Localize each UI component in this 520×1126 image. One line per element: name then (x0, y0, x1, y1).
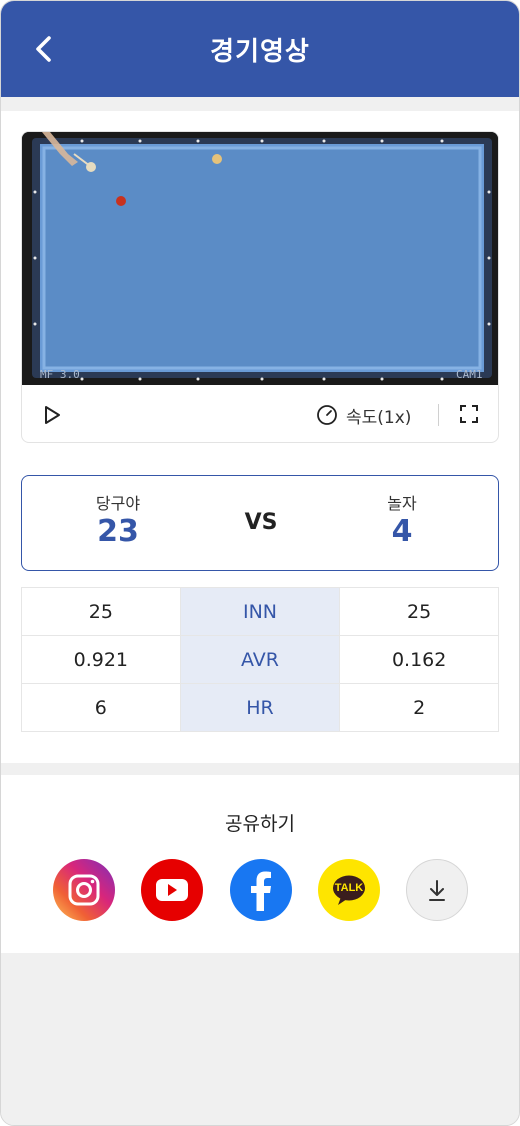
speed-label: 속도(1x) (346, 407, 412, 428)
bottom-background (1, 953, 519, 1125)
table-row: 25 INN 25 (21, 587, 499, 636)
player-left: 당구야 23 (58, 490, 178, 549)
table-row: 0.921 AVR 0.162 (21, 635, 499, 684)
section-gap (1, 763, 519, 775)
stat-label: AVR (179, 635, 341, 684)
stats-table: 25 INN 25 0.921 AVR 0.162 6 HR 2 (21, 587, 499, 732)
share-youtube-button[interactable] (141, 859, 203, 921)
share-buttons: TALK (1, 859, 519, 921)
main-content: MF 3.0 CAM1 속도(1x) 당구야 23 VS 놀자 4 25 INN… (1, 111, 519, 763)
youtube-icon (156, 879, 188, 901)
chevron-left-icon (36, 36, 51, 62)
fullscreen-icon (460, 405, 478, 423)
player-left-name: 당구야 (95, 494, 141, 513)
video-overlay-left: MF 3.0 (40, 368, 80, 381)
player-right-name: 놀자 (387, 494, 417, 513)
controls-divider (438, 404, 439, 426)
page-title: 경기영상 (210, 36, 310, 67)
video-player: MF 3.0 CAM1 속도(1x) (21, 131, 499, 443)
kakaotalk-label: TALK (334, 882, 364, 894)
video-frame[interactable]: MF 3.0 CAM1 (22, 132, 498, 385)
stat-left-value: 0.921 (21, 635, 181, 684)
vs-label: VS (244, 510, 278, 535)
facebook-icon (251, 871, 271, 911)
stat-left-value: 25 (21, 587, 181, 636)
share-instagram-button[interactable] (53, 859, 115, 921)
play-icon (45, 406, 60, 424)
video-controls: 속도(1x) (22, 385, 498, 442)
video-overlay-right: CAM1 (456, 368, 483, 381)
stat-label: INN (179, 587, 341, 636)
scoreboard: 당구야 23 VS 놀자 4 (21, 475, 499, 571)
share-kakaotalk-button[interactable]: TALK (318, 859, 380, 921)
app-screen: 경기영상 MF 3.0 CAM1 속도(1x) 당구야 23 VS 놀자 4 2… (0, 0, 520, 1126)
stat-right-value: 0.162 (339, 635, 499, 684)
billiard-table-image (22, 132, 498, 385)
player-right-score: 4 (391, 514, 413, 549)
player-right: 놀자 4 (342, 490, 462, 549)
share-title: 공유하기 (225, 813, 295, 835)
stat-right-value: 2 (339, 683, 499, 732)
fullscreen-button[interactable] (458, 403, 480, 425)
speed-button[interactable]: 속도(1x) (316, 401, 411, 429)
download-button[interactable] (406, 859, 468, 921)
share-section: 공유하기 TALK (1, 775, 519, 953)
table-row: 6 HR 2 (21, 683, 499, 732)
stat-right-value: 25 (339, 587, 499, 636)
stat-label: HR (179, 683, 341, 732)
instagram-icon (68, 874, 100, 906)
back-button[interactable] (27, 31, 63, 67)
share-facebook-button[interactable] (230, 859, 292, 921)
stat-left-value: 6 (21, 683, 181, 732)
app-header: 경기영상 (1, 1, 519, 97)
section-gap (1, 97, 519, 111)
download-icon (429, 880, 445, 901)
play-button[interactable] (40, 403, 64, 427)
speedometer-icon (317, 405, 337, 425)
player-left-score: 23 (97, 514, 139, 549)
